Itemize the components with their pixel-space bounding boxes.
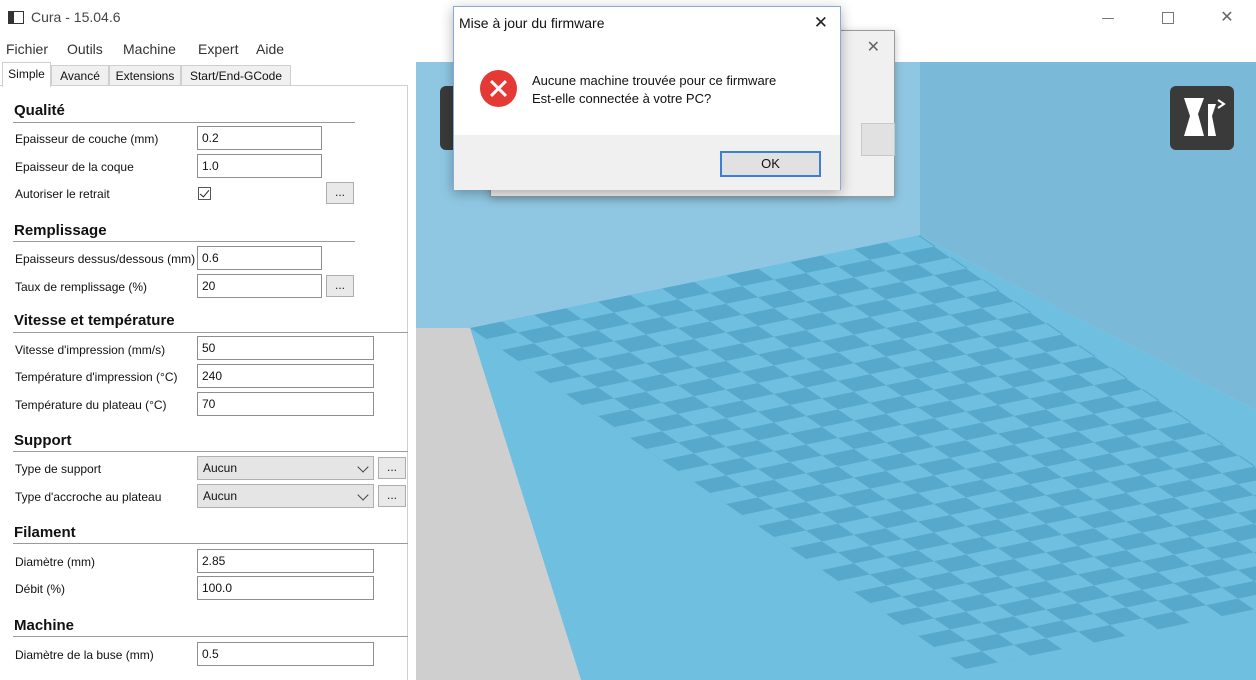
adhesion-type-label: Type d'accroche au plateau — [15, 490, 162, 504]
section-divider — [13, 636, 408, 637]
section-vitesse-title: Vitesse et température — [14, 312, 175, 329]
adhesion-type-select[interactable]: Aucun — [197, 484, 374, 508]
section-support-title: Support — [14, 432, 72, 449]
retraction-label: Autoriser le retrait — [15, 187, 110, 201]
tab-simple[interactable]: Simple — [2, 62, 51, 87]
section-filament-title: Filament — [14, 524, 76, 541]
menu-machine[interactable]: Machine — [123, 41, 176, 57]
error-message-line1: Aucune machine trouvée pour ce firmware — [532, 73, 777, 88]
shell-thickness-input[interactable]: 1.0 — [197, 154, 322, 178]
dialog-footer: OK — [454, 135, 840, 190]
close-window-button[interactable]: ✕ — [1216, 8, 1238, 28]
nozzle-size-input[interactable]: 0.5 — [197, 642, 374, 666]
layer-height-input[interactable]: 0.2 — [197, 126, 322, 150]
cura-window: Cura - 15.04.6 ✕ Fichier Outils Machine … — [0, 0, 1256, 680]
menu-aide[interactable]: Aide — [256, 41, 284, 57]
support-type-select[interactable]: Aucun — [197, 456, 374, 480]
section-divider — [13, 241, 355, 242]
close-icon[interactable]: ✕ — [867, 37, 880, 57]
section-divider — [13, 122, 355, 123]
retraction-checkbox[interactable] — [198, 187, 211, 200]
menu-outils[interactable]: Outils — [67, 41, 103, 57]
background-dialog-panel — [861, 123, 895, 156]
tab-start-end-gcode[interactable]: Start/End-GCode — [181, 65, 291, 86]
support-type-value: Aucun — [203, 461, 238, 475]
minimize-button[interactable] — [1097, 8, 1119, 28]
section-machine-title: Machine — [14, 617, 75, 634]
flow-label: Débit (%) — [15, 582, 66, 596]
view-mode-icon[interactable] — [1170, 86, 1234, 150]
section-divider — [13, 451, 408, 452]
ok-button[interactable]: OK — [720, 151, 821, 177]
fill-density-label: Taux de remplissage (%) — [15, 280, 148, 294]
support-type-label: Type de support — [15, 462, 102, 476]
section-divider — [13, 543, 408, 544]
tab-avance[interactable]: Avancé — [51, 65, 109, 86]
firmware-error-dialog: Mise à jour du firmware ✕ Aucune machine… — [453, 6, 841, 190]
layer-height-label: Epaisseur de couche (mm) — [15, 132, 159, 146]
adhesion-type-value: Aucun — [203, 489, 238, 503]
dialog-title: Mise à jour du firmware — [459, 15, 605, 31]
fill-density-input[interactable]: 20 — [197, 274, 322, 298]
close-icon: ✕ — [1220, 9, 1234, 26]
window-title: Cura - 15.04.6 — [31, 9, 121, 25]
bed-temp-label: Température du plateau (°C) — [15, 398, 167, 412]
bed-temp-input[interactable]: 70 — [197, 392, 374, 416]
print-temp-input[interactable]: 240 — [197, 364, 374, 388]
shell-thickness-label: Epaisseur de la coque — [15, 160, 134, 174]
tab-extensions[interactable]: Extensions — [109, 65, 181, 86]
filament-diameter-input[interactable]: 2.85 — [197, 549, 374, 573]
dialog-close-button[interactable]: ✕ — [814, 13, 828, 33]
nozzle-size-label: Diamètre de la buse (mm) — [15, 648, 154, 662]
retraction-settings-button[interactable]: ... — [326, 182, 354, 204]
print-speed-label: Vitesse d'impression (mm/s) — [15, 343, 166, 357]
filament-diameter-label: Diamètre (mm) — [15, 555, 95, 569]
minimize-icon — [1102, 18, 1114, 19]
chevron-down-icon — [357, 489, 369, 501]
print-temp-label: Température d'impression (°C) — [15, 370, 178, 384]
chevron-down-icon — [357, 461, 369, 473]
fill-settings-button[interactable]: ... — [326, 275, 354, 297]
maximize-button[interactable] — [1157, 8, 1179, 28]
section-remplissage-title: Remplissage — [14, 222, 107, 239]
app-icon — [8, 11, 24, 24]
settings-tabs: Simple Avancé Extensions Start/End-GCode — [0, 62, 410, 87]
adhesion-settings-button[interactable]: ... — [378, 485, 406, 507]
top-bottom-label: Epaisseurs dessus/dessous (mm) — [15, 252, 196, 266]
section-qualite-title: Qualité — [14, 102, 65, 119]
error-message-line2: Est-elle connectée à votre PC? — [532, 91, 712, 106]
settings-panel: Qualité Epaisseur de couche (mm) 0.2 Epa… — [0, 85, 408, 680]
view-mode-glyph — [1184, 98, 1226, 136]
error-icon — [480, 70, 517, 107]
maximize-icon — [1162, 12, 1174, 24]
support-settings-button[interactable]: ... — [378, 457, 406, 479]
top-bottom-input[interactable]: 0.6 — [197, 246, 322, 270]
menu-expert[interactable]: Expert — [198, 41, 238, 57]
menu-fichier[interactable]: Fichier — [6, 41, 48, 57]
print-speed-input[interactable]: 50 — [197, 336, 374, 360]
section-divider — [13, 332, 408, 333]
flow-input[interactable]: 100.0 — [197, 576, 374, 600]
